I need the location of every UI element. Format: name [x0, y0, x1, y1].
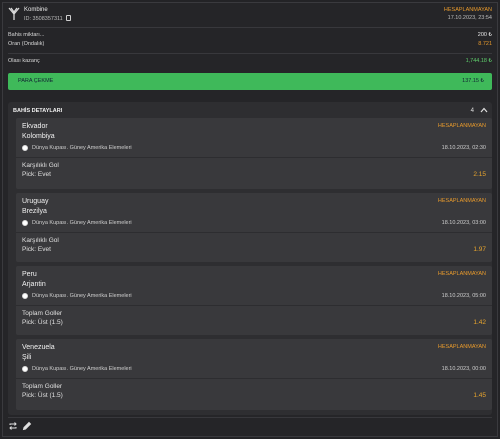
selection-status: HESAPLANMAYAN — [437, 344, 486, 350]
selection-status: HESAPLANMAYAN — [437, 123, 486, 129]
selection-status: HESAPLANMAYAN — [437, 271, 486, 277]
potential-win-value: 1,744.18 ₺ — [465, 58, 492, 64]
pick-value: Pick: Üst (1.5) — [22, 319, 63, 326]
bet-status: HESAPLANMAYAN — [443, 7, 492, 13]
divider — [16, 305, 492, 306]
competition-name: Dünya Kupası. Güney Amerika Elemeleri — [32, 366, 132, 372]
bet-id: ID: 3508357311 — [24, 15, 71, 22]
home-team: Ekvador — [22, 123, 48, 130]
pick-value: Pick: Evet — [22, 246, 51, 253]
selection-card[interactable]: Ekvador Kolombiya HESAPLANMAYAN Dünya Ku… — [16, 118, 492, 189]
divider — [8, 53, 492, 54]
odds-label: Oran (Ondalık) — [8, 41, 45, 47]
match-date: 18.10.2023, 05:00 — [441, 293, 486, 299]
selection-status: HESAPLANMAYAN — [437, 198, 486, 204]
selection-odd: 1.45 — [473, 392, 486, 399]
stake-label: Bahis miktarı... — [8, 32, 45, 38]
football-icon — [22, 220, 28, 226]
football-icon — [22, 366, 28, 372]
divider — [8, 417, 492, 418]
divider — [16, 232, 492, 233]
pick-value: Pick: Üst (1.5) — [22, 392, 63, 399]
match-date: 18.10.2023, 00:00 — [441, 366, 486, 372]
market-name: Karşılıklı Gol — [22, 237, 59, 244]
chevron-up-icon[interactable] — [480, 107, 488, 113]
market-name: Toplam Goller — [22, 310, 63, 317]
cashout-value: 137.15 ₺ — [462, 78, 484, 84]
potential-win-label: Olası kazanç — [8, 58, 40, 64]
selection-odd: 1.97 — [473, 246, 486, 253]
market-name: Toplam Goller — [22, 383, 63, 390]
match-date: 18.10.2023, 02:30 — [441, 145, 486, 151]
cashout-label: PARA ÇEKME — [18, 78, 54, 84]
bet-date: 17.10.2023, 23:54 — [447, 15, 492, 21]
bet-type: Kombine — [24, 7, 48, 13]
competition-name: Dünya Kupası. Güney Amerika Elemeleri — [32, 145, 132, 151]
stake-value: 200 ₺ — [477, 32, 492, 38]
bet-header: Kombine ID: 3508357311 HESAPLANMAYAN 17.… — [8, 6, 492, 26]
copy-icon[interactable] — [65, 15, 71, 21]
football-icon — [22, 293, 28, 299]
away-team: Arjantin — [22, 281, 46, 288]
competition-name: Dünya Kupası. Güney Amerika Elemeleri — [32, 293, 132, 299]
home-team: Venezuela — [22, 344, 55, 351]
edit-pencil-icon[interactable] — [22, 421, 32, 431]
away-team: Şili — [22, 354, 32, 361]
y-logo-icon — [8, 7, 20, 20]
football-icon — [22, 145, 28, 151]
selection-card[interactable]: Peru Arjantin HESAPLANMAYAN Dünya Kupası… — [16, 266, 492, 335]
selection-card[interactable]: Uruguay Brezilya HESAPLANMAYAN Dünya Kup… — [16, 193, 492, 262]
match-date: 18.10.2023, 03:00 — [441, 220, 486, 226]
footer-actions — [8, 420, 492, 434]
divider — [16, 378, 492, 379]
bet-details-title: BAHİS DETAYLARI — [13, 108, 63, 114]
selection-count: 4 — [470, 108, 474, 114]
bet-id-text: ID: 3508357311 — [24, 16, 63, 22]
divider — [8, 27, 492, 28]
selection-card[interactable]: Venezuela Şili HESAPLANMAYAN Dünya Kupas… — [16, 339, 492, 410]
home-team: Uruguay — [22, 198, 49, 205]
market-name: Karşılıklı Gol — [22, 162, 59, 169]
repeat-icon[interactable] — [8, 421, 18, 431]
bet-details-panel: BAHİS DETAYLARI 4 Ekvador Kolombiya HESA… — [8, 102, 492, 415]
divider — [16, 157, 492, 158]
selection-odd: 1.42 — [473, 319, 486, 326]
home-team: Peru — [22, 271, 37, 278]
selection-odd: 2.15 — [473, 171, 486, 178]
away-team: Brezilya — [22, 208, 47, 215]
away-team: Kolombiya — [22, 133, 55, 140]
competition-name: Dünya Kupası. Güney Amerika Elemeleri — [32, 220, 132, 226]
cashout-button[interactable]: PARA ÇEKME 137.15 ₺ — [8, 73, 492, 90]
pick-value: Pick: Evet — [22, 171, 51, 178]
odds-value: 8.721 — [478, 41, 492, 47]
